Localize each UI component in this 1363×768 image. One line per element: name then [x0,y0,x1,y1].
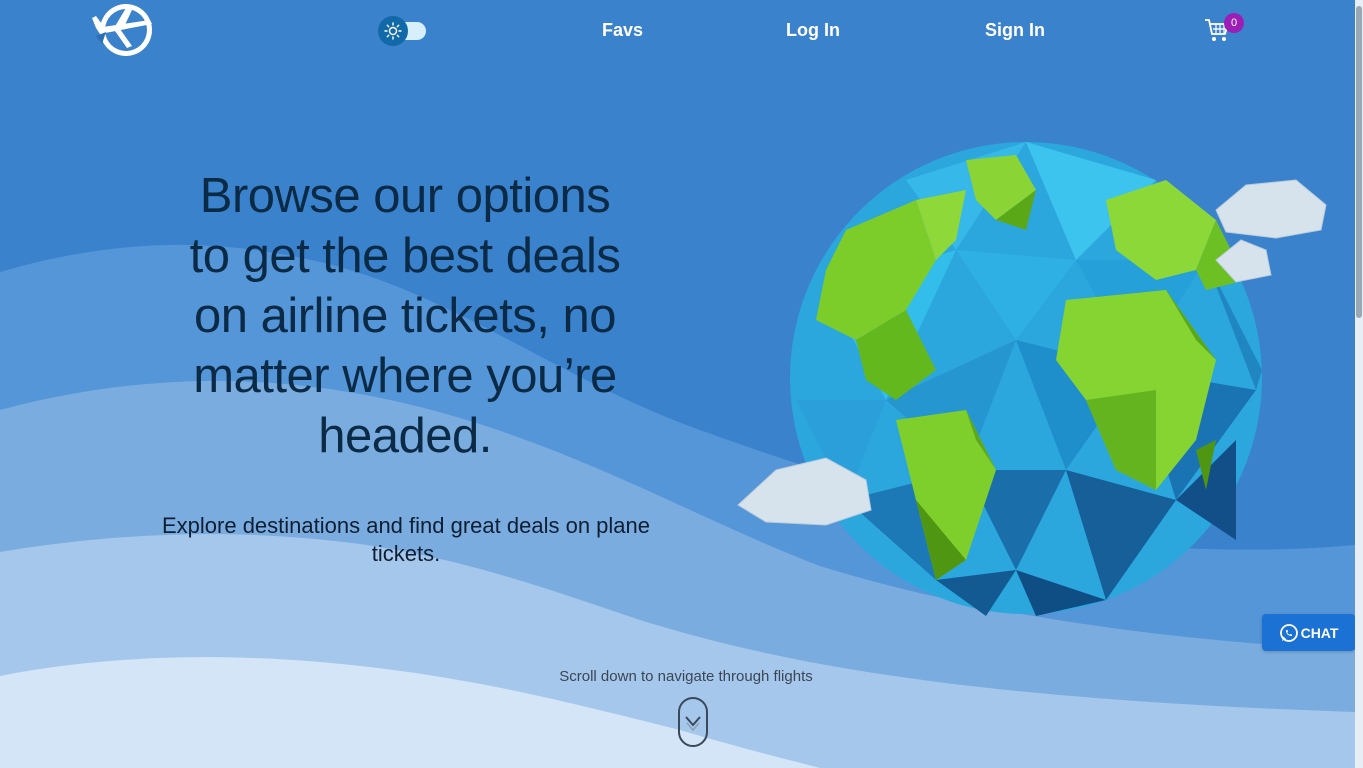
whatsapp-icon [1279,623,1298,642]
airplane-logo-icon [92,4,152,56]
nav-signin-link[interactable]: Sign In [985,20,1045,41]
home-logo-link[interactable] [92,2,156,56]
hero-title: Browse our options to get the best deals… [150,166,660,466]
hero-title-line: to get the best deals [189,229,621,283]
scrollbar-thumb[interactable] [1356,6,1362,318]
cart-count-badge: 0 [1224,13,1244,33]
hero-title-line: headed. [318,409,492,463]
hero-title-line: on airline tickets, no [193,289,617,343]
nav-login-link[interactable]: Log In [786,20,840,41]
chat-button[interactable]: CHAT [1262,614,1355,651]
cart-button[interactable]: 0 [1203,13,1249,44]
chat-label: CHAT [1300,624,1339,641]
hero-title-line: Browse our options [199,169,611,223]
top-navbar: Favs Log In Sign In 0 [0,0,1355,62]
scroll-hint-text: Scroll down to navigate through flights [559,668,813,685]
scroll-down-button[interactable] [678,697,708,747]
sun-icon [384,22,402,40]
hero-title-line: matter where you’re [193,349,617,403]
theme-toggle[interactable] [378,16,428,46]
page-scrollbar[interactable] [1355,0,1363,768]
nav-favs-link[interactable]: Favs [602,20,643,41]
low-poly-globe-illustration [737,142,1327,616]
chevron-down-icon [685,716,701,732]
toggle-knob [378,16,408,46]
hero-subtitle: Explore destinations and find great deal… [161,513,650,566]
